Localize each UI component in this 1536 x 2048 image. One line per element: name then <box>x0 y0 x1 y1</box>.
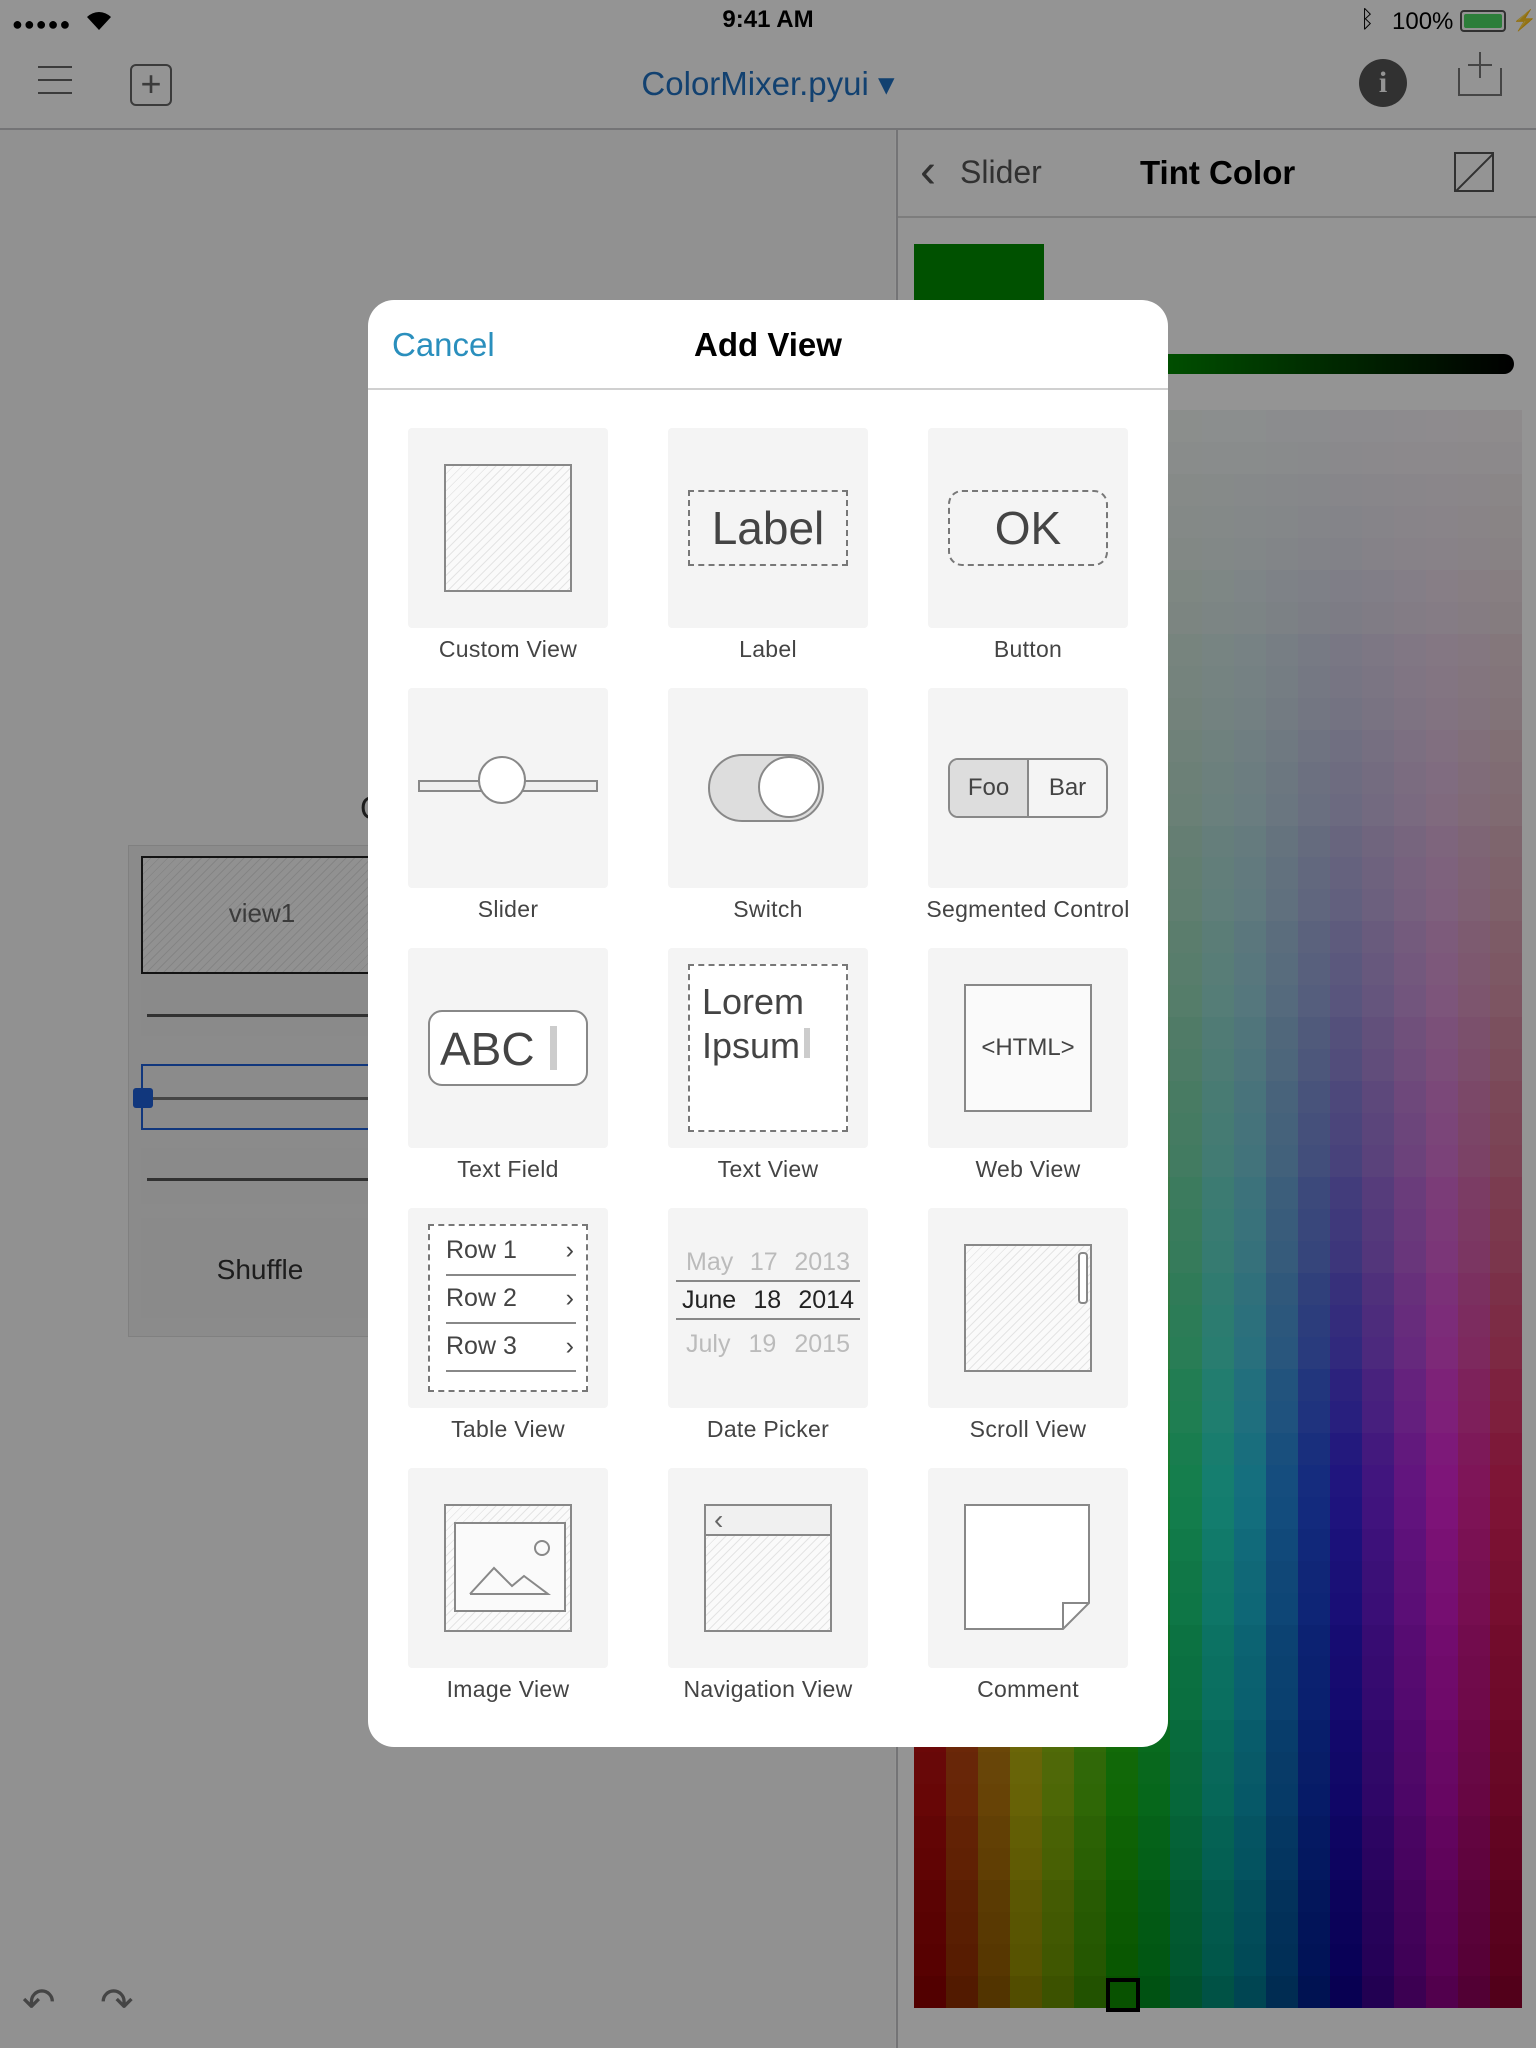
segmented-control-icon: Foo Bar <box>948 758 1108 818</box>
segmented-control-tile[interactable]: Foo Bar <box>928 688 1128 888</box>
date-row-1-year: 2013 <box>794 1248 850 1276</box>
tile-label-switch: Switch <box>733 896 803 922</box>
date-row-3-day: 19 <box>748 1330 777 1358</box>
table-row-1: Row 1 <box>446 1236 517 1264</box>
label-icon: Label <box>688 490 848 566</box>
text-field-preview-text: ABC <box>440 1023 535 1075</box>
tile-label-web-view: Web View <box>975 1156 1081 1182</box>
date-row-1-month: May <box>686 1248 734 1276</box>
tile-label-scroll-view: Scroll View <box>969 1416 1087 1442</box>
label-preview-text: Label <box>711 502 825 554</box>
tile-label-segmented-control: Segmented Control <box>926 896 1130 922</box>
modal-header: Cancel Add View <box>368 300 1168 390</box>
date-picker-icon: May 17 2013 June 18 2014 July 19 2015 <box>676 1248 860 1368</box>
navigation-view-icon: ‹ <box>704 1504 832 1632</box>
tile-label-comment: Comment <box>977 1676 1079 1702</box>
comment-icon <box>964 1504 1092 1632</box>
date-row-2-day: 18 <box>753 1285 782 1314</box>
scroll-view-icon <box>964 1244 1092 1372</box>
image-view-icon <box>444 1504 572 1632</box>
slider-tile[interactable] <box>408 688 608 888</box>
text-view-icon: Lorem Ipsum <box>688 964 848 1132</box>
tile-label-button: Button <box>993 636 1063 662</box>
web-view-tile[interactable]: <HTML> <box>928 948 1128 1148</box>
segment-foo: Foo <box>950 760 1029 816</box>
date-picker-tile[interactable]: May 17 2013 June 18 2014 July 19 2015 <box>668 1208 868 1408</box>
text-field-icon: ABC <box>428 1010 588 1086</box>
button-icon: OK <box>948 490 1108 566</box>
modal-title: Add View <box>694 326 842 363</box>
tile-label-image-view: Image View <box>446 1676 570 1702</box>
switch-icon <box>708 754 824 822</box>
tile-label-text-field: Text Field <box>457 1156 559 1182</box>
tile-label-slider: Slider <box>477 896 539 922</box>
button-preview-text: OK <box>994 502 1062 554</box>
table-row-2: Row 2 <box>446 1284 517 1312</box>
navigation-view-tile[interactable]: ‹ <box>668 1468 868 1668</box>
web-view-preview-text: <HTML> <box>981 1034 1075 1061</box>
date-row-1-day: 17 <box>749 1248 778 1276</box>
date-row-3-year: 2015 <box>794 1330 850 1358</box>
date-row-2-month: June <box>682 1285 737 1314</box>
comment-tile[interactable] <box>928 1468 1128 1668</box>
web-view-icon: <HTML> <box>964 984 1092 1112</box>
text-view-tile[interactable]: Lorem Ipsum <box>668 948 868 1148</box>
date-row-2-year: 2014 <box>798 1285 854 1314</box>
slider-icon <box>418 756 598 804</box>
custom-view-tile[interactable] <box>408 428 608 628</box>
image-view-tile[interactable] <box>408 1468 608 1668</box>
text-field-tile[interactable]: ABC <box>408 948 608 1148</box>
date-row-3-month: July <box>686 1330 731 1358</box>
segment-bar: Bar <box>1029 760 1106 816</box>
table-view-icon: Row 1 › Row 2 › Row 3 › <box>428 1224 588 1392</box>
tile-label-label: Label <box>739 636 797 662</box>
text-view-line-2: Ipsum <box>702 1025 801 1066</box>
table-view-tile[interactable]: Row 1 › Row 2 › Row 3 › <box>408 1208 608 1408</box>
table-row-3: Row 3 <box>446 1332 517 1360</box>
tile-label-navigation-view: Navigation View <box>683 1676 853 1702</box>
custom-view-icon <box>444 464 572 592</box>
label-tile[interactable]: Label <box>668 428 868 628</box>
switch-tile[interactable] <box>668 688 868 888</box>
add-view-modal: Cancel Add View Custom View Label Label … <box>368 300 1168 1747</box>
scroll-view-tile[interactable] <box>928 1208 1128 1408</box>
tile-label-text-view: Text View <box>717 1156 819 1182</box>
button-tile[interactable]: OK <box>928 428 1128 628</box>
tile-label-table-view: Table View <box>451 1416 565 1442</box>
tile-label-custom-view: Custom View <box>438 636 578 662</box>
tile-label-date-picker: Date Picker <box>706 1416 830 1442</box>
text-view-line-1: Lorem <box>702 981 805 1022</box>
